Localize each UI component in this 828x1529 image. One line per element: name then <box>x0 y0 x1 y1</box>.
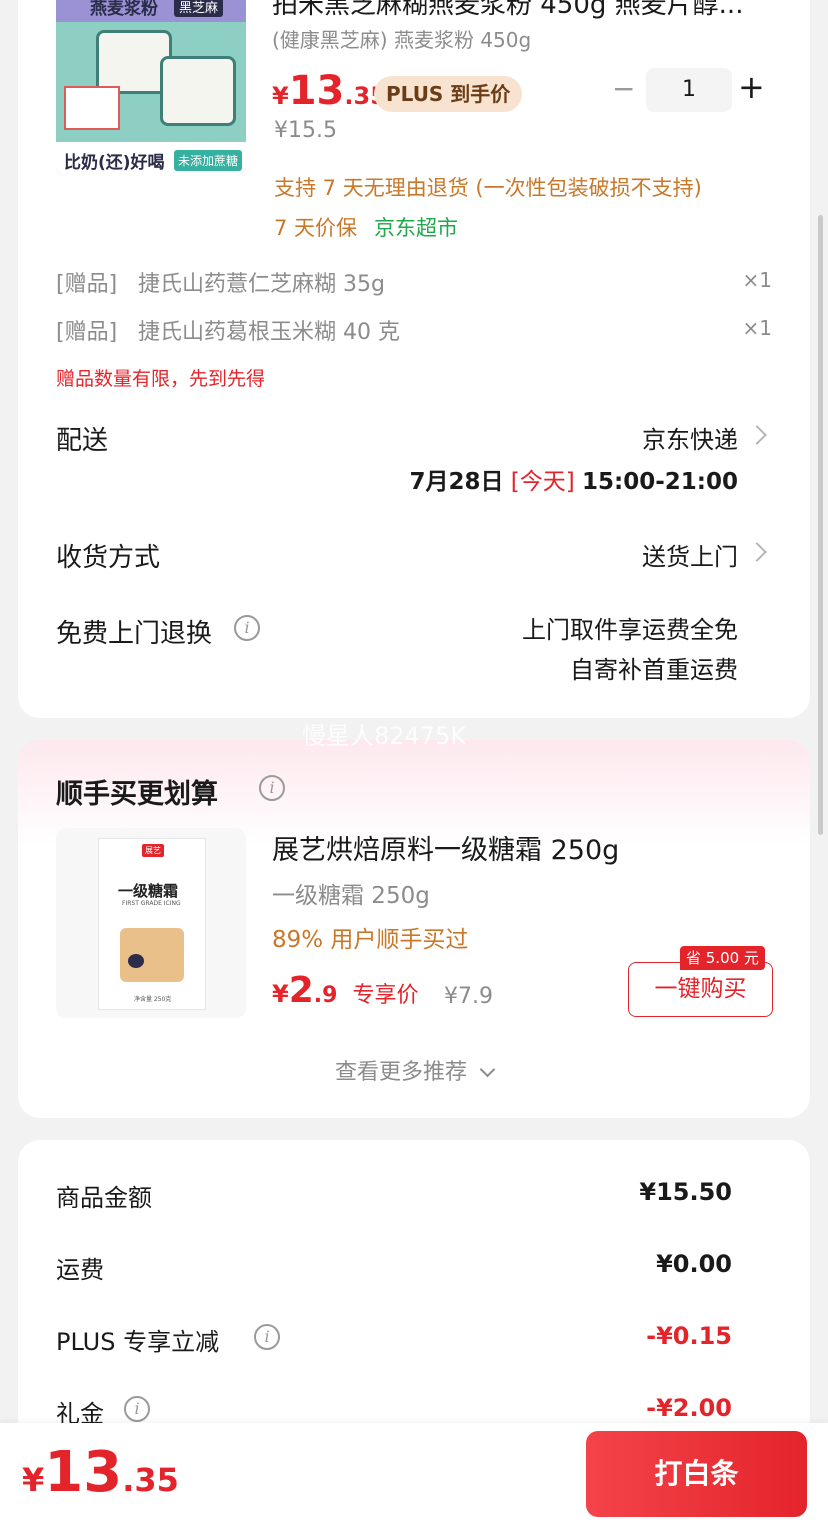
total-integer: 13 <box>44 1440 123 1505</box>
gift-notice: 赠品数量有限，先到先得 <box>56 368 266 390</box>
total-currency: ¥ <box>22 1461 45 1499</box>
gift-quantity: ×1 <box>742 316 772 340</box>
delivery-window: 15:00-21:00 <box>582 469 738 495</box>
total-price: ¥13.35 <box>22 1440 179 1505</box>
recommend-price: ¥2.9 专享价 <box>272 970 419 1011</box>
more-recommend-label: 查看更多推荐 <box>334 1060 467 1085</box>
return-policy: 支持 7 天无理由退货 (一次性包装破损不支持) <box>274 176 702 200</box>
recommend-info-icon[interactable]: i <box>259 775 285 801</box>
delivery-time[interactable]: 7月28日 [今天] 15:00-21:00 <box>409 462 738 496</box>
recommend-name[interactable]: 展艺烘焙原料一级糖霜 250g <box>272 828 619 867</box>
product-title[interactable]: 拍米黑芝麻糊燕麦浆粉 450g 燕麦片醇... <box>272 0 762 21</box>
recommend-title: 顺手买更划算 <box>56 779 218 810</box>
summary-row: PLUS 专享立减 i -¥0.15 <box>56 1322 732 1358</box>
receive-method-label: 收货方式 <box>56 543 161 573</box>
product-image-box-tag: 黑芝麻 <box>174 0 224 17</box>
quantity-stepper: − 1 + <box>604 68 774 112</box>
product-price: ¥13.35 <box>272 68 387 114</box>
free-return-line1: 上门取件享运费全免 <box>522 616 738 644</box>
recommend-product-image[interactable]: 展艺 一级糖霜 FIRST GRADE ICING 净含量 250克 <box>56 828 246 1018</box>
recommend-original-price: ¥7.9 <box>444 984 493 1009</box>
gift-tag: [赠品] <box>56 320 118 345</box>
gift-name: 捷氏山药薏仁芝麻糊 35g <box>138 272 385 297</box>
watermark: 慢星人82475K <box>302 722 467 750</box>
plus-price-badge: PLUS 到手价 <box>374 76 523 112</box>
product-image-slogan: 比奶(还)好喝 <box>64 153 165 173</box>
delivery-date: 7月28日 <box>409 469 504 495</box>
receive-method-value[interactable]: 送货上门 <box>642 537 738 572</box>
scrollbar[interactable] <box>818 215 823 835</box>
recommend-spec: 一级糖霜 250g <box>272 883 430 909</box>
price-protect: 7 天价保 <box>274 216 358 240</box>
buy-now-button[interactable]: 一键购买 <box>628 962 773 1017</box>
delivery-carrier[interactable]: 京东快递 <box>642 420 738 455</box>
recommend-image-brand: 展艺 <box>142 844 164 857</box>
delivery-label: 配送 <box>56 426 109 456</box>
recommend-price-integer: 2 <box>288 970 314 1011</box>
decrease-button[interactable]: − <box>612 72 635 105</box>
summary-value: ¥0.00 <box>656 1250 732 1278</box>
summary-label: PLUS 专享立减 <box>56 1328 220 1356</box>
save-badge: 省 5.00 元 <box>680 946 765 970</box>
free-return-info-icon[interactable]: i <box>234 615 260 641</box>
gift-tag: [赠品] <box>56 272 118 297</box>
gift-name: 捷氏山药葛根玉米糊 40 克 <box>138 320 400 345</box>
more-recommend-link[interactable]: 查看更多推荐 <box>0 1054 828 1086</box>
summary-value: -¥0.15 <box>646 1322 732 1350</box>
summary-row: 运费 ¥0.00 <box>56 1250 732 1286</box>
product-image-box-title: 燕麦浆粉 <box>90 0 158 19</box>
chevron-down-icon <box>479 1061 496 1078</box>
free-return-line2: 自寄补首重运费 <box>570 656 738 684</box>
summary-value: ¥15.50 <box>639 1178 732 1206</box>
plus-discount-info-icon[interactable]: i <box>254 1324 280 1350</box>
quantity-input[interactable]: 1 <box>646 68 732 112</box>
total-decimal: .35 <box>122 1461 179 1499</box>
original-price: ¥15.5 <box>274 118 337 143</box>
store-tag: 京东超市 <box>374 216 458 240</box>
gift-item[interactable]: [赠品] 捷氏山药葛根玉米糊 40 克 ×1 <box>56 314 776 346</box>
gift-item[interactable]: [赠品] 捷氏山药薏仁芝麻糊 35g ×1 <box>56 266 776 298</box>
summary-label: 运费 <box>56 1256 104 1284</box>
gift-quantity: ×1 <box>742 268 772 292</box>
recommend-image-subtitle: FIRST GRADE ICING <box>122 900 181 907</box>
product-image[interactable]: 燕麦浆粉 黑芝麻 比奶(还)好喝 未添加蔗糖 <box>56 0 246 176</box>
summary-row: 商品金额 ¥15.50 <box>56 1178 732 1214</box>
recommend-price-decimal: .9 <box>313 983 338 1008</box>
recommend-stat: 89% 用户顺手买过 <box>272 927 469 953</box>
gift-money-info-icon[interactable]: i <box>124 1396 150 1422</box>
price-integer: 13 <box>288 68 345 114</box>
recommend-price-label: 专享价 <box>352 983 419 1008</box>
product-spec[interactable]: (健康黑芝麻) 燕麦浆粉 450g <box>272 24 531 53</box>
buy-now-label: 一键购买 <box>654 976 747 1002</box>
free-return-label: 免费上门退换 <box>56 619 213 649</box>
recommend-price-currency: ¥ <box>272 980 289 1008</box>
recommend-image-net: 净含量 250克 <box>134 996 172 1003</box>
increase-button[interactable]: + <box>738 68 765 106</box>
delivery-today: [今天] <box>510 469 575 495</box>
recommend-image-title: 一级糖霜 <box>118 882 179 900</box>
product-image-slogan-tag: 未添加蔗糖 <box>174 150 243 171</box>
price-currency: ¥ <box>272 82 289 110</box>
summary-value: -¥2.00 <box>646 1394 732 1422</box>
pay-button[interactable]: 打白条 <box>586 1431 807 1517</box>
pay-button-label: 打白条 <box>654 1457 739 1490</box>
summary-label: 商品金额 <box>56 1184 152 1212</box>
